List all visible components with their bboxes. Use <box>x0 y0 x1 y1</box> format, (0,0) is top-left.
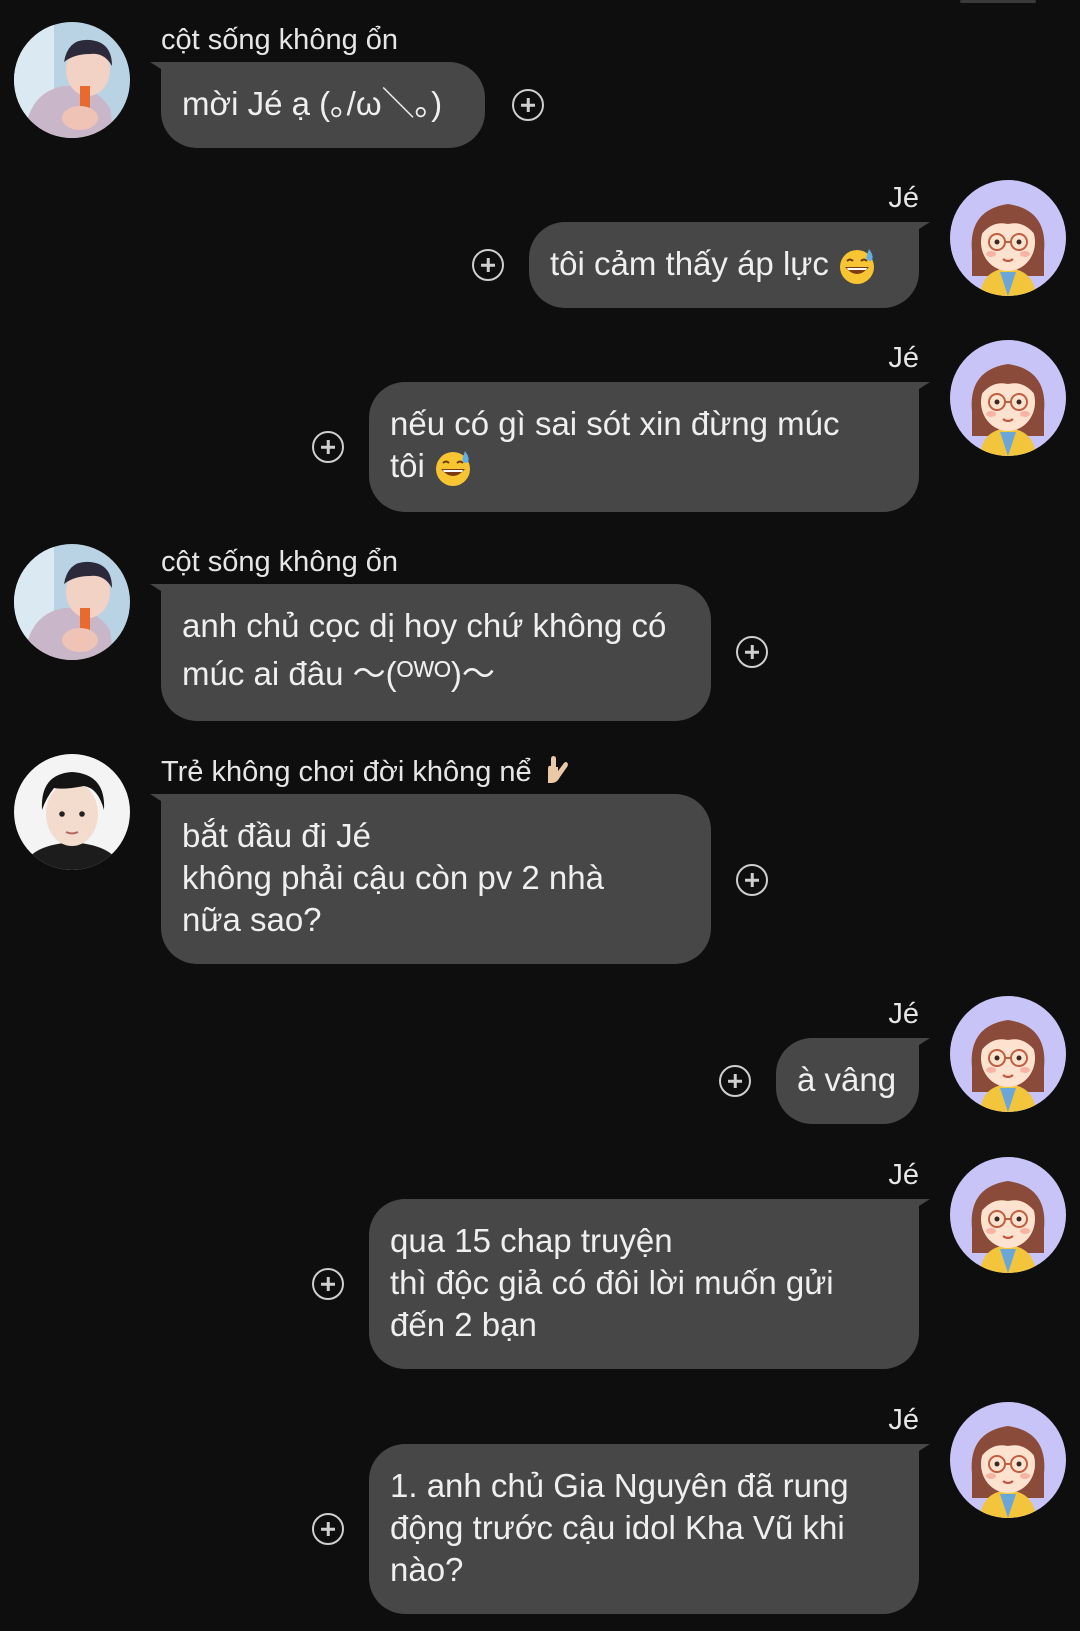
message-text: thì độc giả có đôi lời muốn gửi <box>390 1264 834 1301</box>
add-reaction-icon[interactable] <box>719 1065 751 1097</box>
top-edge-indicator <box>960 0 1036 3</box>
message-bubble[interactable]: bắt đầu đi Jé không phải cậu còn pv 2 nh… <box>161 794 711 964</box>
message-bubble[interactable]: qua 15 chap truyện thì độc giả có đôi lờ… <box>369 1199 919 1369</box>
message-bubble[interactable]: 1. anh chủ Gia Nguyên đã rung động trước… <box>369 1444 919 1614</box>
sender-name: Jé <box>888 182 919 214</box>
message-bubble[interactable]: anh chủ cọc dị hoy chứ không có múc ai đ… <box>161 584 711 721</box>
sender-name: Jé <box>888 1159 919 1191</box>
message-text: 1. anh chủ Gia Nguyên đã rung <box>390 1467 849 1504</box>
add-reaction-icon[interactable] <box>736 636 768 668</box>
message-text: nào? <box>390 1551 464 1588</box>
message-text: à vâng <box>797 1061 897 1098</box>
message-text: nữa sao? <box>182 901 322 938</box>
rock-on-hand-emoji <box>547 756 568 783</box>
add-reaction-icon[interactable] <box>312 1513 344 1545</box>
avatar[interactable] <box>950 996 1066 1112</box>
sender-name: Jé <box>888 342 919 374</box>
sender-name: Jé <box>888 1404 919 1436</box>
sender-name: cột sống không ổn <box>161 24 399 56</box>
avatar[interactable] <box>950 1402 1066 1518</box>
message-text: múc ai đâu ～(ᴼᵂᴼ)～ <box>182 655 495 692</box>
avatar[interactable] <box>950 340 1066 456</box>
message-text: không phải cậu còn pv 2 nhà <box>182 859 604 896</box>
message-bubble[interactable]: à vâng <box>776 1038 919 1124</box>
add-reaction-icon[interactable] <box>512 89 544 121</box>
avatar[interactable] <box>14 22 130 138</box>
grinning-sweat-emoji <box>839 248 876 286</box>
avatar[interactable] <box>14 754 130 870</box>
add-reaction-icon[interactable] <box>736 864 768 896</box>
message-text: động trước cậu idol Kha Vũ khi <box>390 1509 845 1546</box>
message-bubble[interactable]: mời Jé ạ (｡/ω＼｡) <box>161 62 485 148</box>
add-reaction-icon[interactable] <box>312 431 344 463</box>
avatar[interactable] <box>14 544 130 660</box>
message-text: nếu có gì sai sót xin đừng múc <box>390 405 840 442</box>
message-text: anh chủ cọc dị hoy chứ không có <box>182 607 667 644</box>
avatar[interactable] <box>950 1157 1066 1273</box>
sender-name: Trẻ không chơi đời không nể <box>161 754 570 790</box>
add-reaction-icon[interactable] <box>472 249 504 281</box>
message-bubble[interactable]: nếu có gì sai sót xin đừng múc tôi <box>369 382 919 512</box>
message-text: mời Jé ạ (｡/ω＼｡) <box>182 85 443 122</box>
sender-name: Jé <box>888 998 919 1030</box>
message-text: bắt đầu đi Jé <box>182 817 371 854</box>
sender-name: cột sống không ổn <box>161 546 399 578</box>
message-text: tôi cảm thấy áp lực <box>550 243 898 286</box>
message-text: tôi <box>390 445 898 488</box>
message-bubble[interactable]: tôi cảm thấy áp lực <box>529 222 919 308</box>
grinning-sweat-emoji <box>435 450 472 488</box>
add-reaction-icon[interactable] <box>312 1268 344 1300</box>
avatar[interactable] <box>950 180 1066 296</box>
message-text: qua 15 chap truyện <box>390 1222 673 1259</box>
message-text: đến 2 bạn <box>390 1306 537 1343</box>
